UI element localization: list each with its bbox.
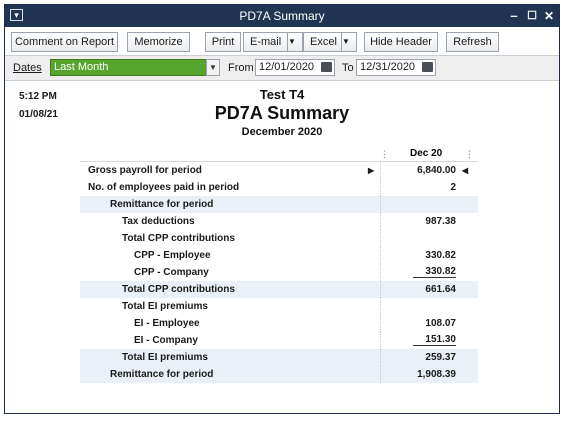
chevron-down-icon[interactable]: ▼ [206,59,220,76]
table-row[interactable]: CPP - Employee 330.82 [80,247,478,264]
row-label: CPP - Company [134,267,209,278]
row-label: Total CPP contributions [122,233,235,244]
email-dropdown-icon[interactable]: ▼ [287,33,302,51]
column-divider [380,179,381,196]
table-row[interactable]: No. of employees paid in period 2 [80,179,478,196]
row-value[interactable]: 151.30 [413,334,456,346]
dates-select-value: Last Month [54,61,109,73]
table-row[interactable]: CPP - Company 330.82 [80,264,478,281]
column-divider [380,247,381,264]
row-value[interactable]: 987.38 [425,216,456,227]
close-icon[interactable]: ✕ [540,7,558,25]
column-divider [380,162,381,179]
memorize-button[interactable]: Memorize [127,32,190,52]
to-date-field[interactable]: 12/31/2020 [356,59,436,76]
row-value[interactable]: 1,908.39 [417,369,456,380]
row-value[interactable]: 259.37 [425,352,456,363]
column-divider [380,213,381,230]
table-row[interactable]: EI - Company 151.30 [80,332,478,349]
table-row[interactable]: Total CPP contributions 661.64 [80,281,478,298]
row-label: Gross payroll for period [88,165,202,176]
to-label: To [342,62,354,74]
table-row[interactable]: Total EI premiums [80,298,478,315]
row-label: Total CPP contributions [122,284,235,295]
email-button[interactable]: E-mail ▼ [243,32,303,52]
table-row[interactable]: Remittance for period 1,908.39 [80,366,478,383]
report-table: ⋮ Dec 20 ⋮ Gross payroll for period ▶ ◀ 6,8… [80,147,478,383]
row-value[interactable]: 2 [450,182,456,193]
column-resize-handle[interactable]: ⋮ [465,149,474,160]
hide-header-button[interactable]: Hide Header [364,32,438,52]
column-header-dec20[interactable]: Dec 20 [410,148,442,159]
row-label: Remittance for period [110,369,214,380]
table-row[interactable]: Total CPP contributions [80,230,478,247]
table-row[interactable]: Tax deductions 987.38 [80,213,478,230]
excel-button-label: Excel [310,36,337,48]
from-date-value: 12/01/2020 [259,61,315,73]
from-date-field[interactable]: 12/01/2020 [255,59,335,76]
email-button-label: E-mail [250,36,282,48]
calendar-icon[interactable] [321,62,332,72]
row-label: Remittance for period [110,199,214,210]
row-label: Tax deductions [122,216,195,227]
row-label: EI - Company [134,335,198,346]
column-divider [380,264,381,281]
column-resize-handle[interactable]: ⋮ [380,149,389,160]
column-divider [380,332,381,349]
from-label: From [228,62,254,74]
row-value[interactable]: 6,840.00 [417,165,456,176]
report-toolbar: Comment on Report Memorize Print E-mail … [5,27,559,56]
dates-label: Dates [13,62,42,74]
row-label: CPP - Employee [134,250,211,261]
column-divider [380,349,381,366]
report-body: 5:12 PM 01/08/21 Test T4 PD7A Summary De… [5,81,559,413]
row-value[interactable]: 108.07 [425,318,456,329]
title-bar[interactable]: ▾ PD7A Summary – ☐ ✕ [5,5,559,27]
calendar-icon[interactable] [422,62,433,72]
row-value[interactable]: 330.82 [425,250,456,261]
minimize-icon[interactable]: – [505,7,523,25]
column-divider [380,298,381,315]
row-value[interactable]: 661.64 [425,284,456,295]
dates-select[interactable]: Last Month ▼ [50,59,220,76]
report-period: December 2020 [241,126,323,138]
column-divider [380,315,381,332]
column-divider [380,230,381,247]
triangle-right-icon: ▶ [368,166,375,175]
column-divider [380,196,381,213]
table-row[interactable]: EI - Employee 108.07 [80,315,478,332]
filter-bar: Dates Last Month ▼ From 12/01/2020 To 12… [5,56,559,81]
column-divider [380,366,381,383]
excel-button[interactable]: Excel ▼ [303,32,357,52]
company-name: Test T4 [259,87,305,102]
column-divider [380,281,381,298]
refresh-button[interactable]: Refresh [446,32,499,52]
row-value[interactable]: 330.82 [413,266,456,278]
report-rows: Gross payroll for period ▶ ◀ 6,840.00 No. of… [80,162,478,383]
maximize-icon[interactable]: ☐ [523,7,541,25]
table-row[interactable]: Gross payroll for period ▶ ◀ 6,840.00 [80,162,478,179]
to-date-value: 12/31/2020 [360,61,416,73]
table-row[interactable]: Remittance for period [80,196,478,213]
report-window: ▾ PD7A Summary – ☐ ✕ Comment on Report M… [4,4,560,414]
triangle-left-icon: ◀ [461,166,468,175]
row-label: EI - Employee [134,318,200,329]
table-row[interactable]: Total EI premiums 259.37 [80,349,478,366]
row-label: Total EI premiums [122,301,208,312]
column-header-row: ⋮ Dec 20 ⋮ [80,147,478,162]
report-title: PD7A Summary [214,103,350,123]
comment-on-report-button[interactable]: Comment on Report [11,32,118,52]
print-button[interactable]: Print [205,32,241,52]
excel-dropdown-icon[interactable]: ▼ [341,33,356,51]
row-label: Total EI premiums [122,352,208,363]
window-title: PD7A Summary [239,9,325,23]
row-label: No. of employees paid in period [88,182,240,193]
